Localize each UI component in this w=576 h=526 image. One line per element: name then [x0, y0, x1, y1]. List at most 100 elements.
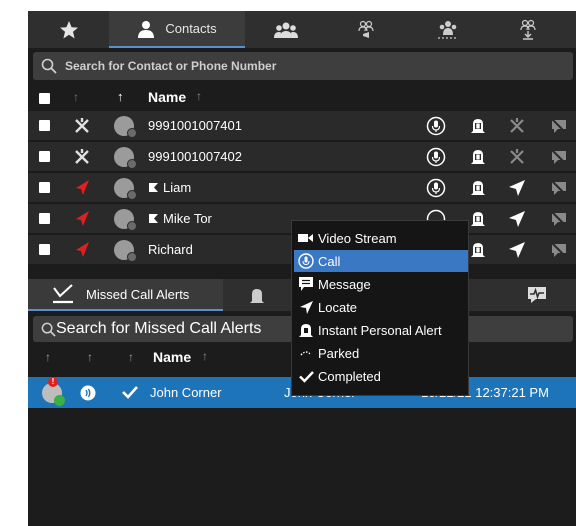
- locate-icon[interactable]: [508, 210, 526, 228]
- star-icon: [59, 20, 78, 38]
- menu-item-label: Message: [318, 276, 371, 292]
- menu-item-label: Parked: [318, 345, 360, 361]
- sort-avatar-header[interactable]: ↑: [117, 89, 124, 104]
- contact-name: Richard: [148, 242, 193, 257]
- message-disabled-icon[interactable]: [550, 241, 568, 259]
- group-broadcast-icon: [357, 20, 374, 38]
- contact-name: Liam: [163, 180, 192, 195]
- completed-badge-icon: [54, 395, 65, 406]
- tab-download-groups[interactable]: [488, 11, 569, 48]
- group-icon: [273, 22, 298, 38]
- tab-contacts-label: Contacts: [165, 21, 217, 36]
- missed-call-icon: [53, 284, 73, 304]
- satellite-offline-icon: [75, 149, 89, 164]
- message-disabled-icon[interactable]: [550, 148, 568, 166]
- microphone-icon[interactable]: [426, 116, 446, 136]
- satellite-online-icon: [76, 180, 89, 195]
- menu-item-instant-personal-alert[interactable]: Instant Personal Alert: [294, 319, 468, 341]
- sort-status-header[interactable]: ↑: [128, 350, 134, 364]
- sort-status-header[interactable]: ↑: [73, 90, 79, 104]
- row-checkbox[interactable]: [39, 151, 50, 162]
- alert-bell-icon[interactable]: [468, 209, 488, 229]
- avatar: [114, 116, 137, 138]
- tab-dynamic-groups[interactable]: [407, 11, 488, 48]
- contact-row[interactable]: Liam: [28, 172, 576, 202]
- contact-search-placeholder: Search for Contact or Phone Number: [65, 59, 277, 73]
- contact-context-menu: Video Stream Call Message Locate Instant…: [291, 220, 469, 396]
- name-column-header[interactable]: Name: [148, 89, 186, 105]
- video-stream-icon: [298, 234, 313, 242]
- select-all-checkbox[interactable]: [39, 93, 50, 104]
- microphone-icon[interactable]: [426, 147, 446, 167]
- satellite-online-icon: [76, 211, 89, 226]
- contact-person-icon: [138, 20, 155, 38]
- missed-alert-search-placeholder: Search for Missed Call Alerts: [56, 320, 262, 337]
- locate-icon[interactable]: [508, 241, 526, 259]
- tab-broadcast-groups[interactable]: [326, 11, 407, 48]
- locate-disabled-icon[interactable]: [508, 148, 526, 166]
- tab-missed-call-alerts-label: Missed Call Alerts: [86, 286, 190, 302]
- missed-badge-icon: !: [48, 377, 58, 387]
- contact-row[interactable]: 9991001007401: [28, 110, 576, 140]
- contact-search-input[interactable]: Search for Contact or Phone Number: [33, 52, 573, 80]
- locate-disabled-icon[interactable]: [508, 117, 526, 135]
- parked-icon: [300, 351, 312, 356]
- alert-bell-icon[interactable]: [468, 178, 488, 198]
- row-checkbox[interactable]: [39, 213, 50, 224]
- contact-name: 9991001007401: [148, 118, 242, 133]
- completed-check-icon: [298, 370, 314, 383]
- group-download-icon: [519, 19, 536, 40]
- menu-item-label: Call: [318, 253, 341, 269]
- name-sort-arrow: ↑: [196, 89, 202, 103]
- menu-item-locate[interactable]: Locate: [294, 296, 468, 318]
- tab-favorites[interactable]: [28, 11, 109, 48]
- group-dynamic-icon: [437, 20, 458, 39]
- missed-caller-name: John Corner: [150, 385, 222, 400]
- name-sort-arrow: ↑: [202, 349, 208, 363]
- message-disabled-icon[interactable]: [550, 117, 568, 135]
- menu-item-video-stream[interactable]: Video Stream: [294, 227, 468, 249]
- menu-item-parked[interactable]: Parked: [294, 342, 468, 364]
- name-column-header[interactable]: Name: [153, 349, 191, 365]
- row-checkbox[interactable]: [39, 120, 50, 131]
- menu-item-completed[interactable]: Completed: [294, 365, 468, 387]
- alert-bell-icon[interactable]: [468, 116, 488, 136]
- completed-check-icon: [122, 386, 138, 399]
- menu-item-call[interactable]: Call: [294, 250, 468, 272]
- row-checkbox[interactable]: [39, 244, 50, 255]
- sort-type-header[interactable]: ↑: [87, 350, 93, 364]
- top-tab-bar: Contacts: [28, 11, 576, 48]
- audio-call-icon: [80, 385, 96, 401]
- menu-item-label: Completed: [318, 368, 381, 384]
- menu-item-message[interactable]: Message: [294, 273, 468, 295]
- flag-icon: [149, 214, 158, 223]
- locate-icon[interactable]: [508, 179, 526, 197]
- message-alert-tab-icon[interactable]: [526, 285, 548, 305]
- microphone-icon[interactable]: [426, 178, 446, 198]
- message-icon: [299, 277, 313, 291]
- search-icon: [41, 322, 56, 337]
- menu-item-label: Video Stream: [318, 230, 397, 246]
- alert-bell-icon[interactable]: [468, 240, 488, 260]
- row-checkbox[interactable]: [39, 182, 50, 193]
- caller-avatar: !: [42, 377, 65, 406]
- avatar: [114, 178, 137, 200]
- contact-name: 9991001007402: [148, 149, 242, 164]
- call-icon: [298, 253, 314, 269]
- tab-missed-call-alerts[interactable]: Missed Call Alerts: [28, 279, 223, 311]
- instant-alert-tab-icon[interactable]: [248, 286, 266, 306]
- satellite-offline-icon: [75, 118, 89, 133]
- message-disabled-icon[interactable]: [550, 179, 568, 197]
- flag-icon: [149, 183, 158, 192]
- message-disabled-icon[interactable]: [550, 210, 568, 228]
- sort-alert-header[interactable]: ↑: [45, 350, 51, 364]
- contact-name: Mike Tor: [163, 211, 212, 226]
- tab-groups[interactable]: [245, 11, 326, 48]
- alert-bell-icon[interactable]: [468, 147, 488, 167]
- locate-icon: [299, 300, 313, 314]
- tab-contacts[interactable]: Contacts: [109, 11, 245, 48]
- avatar: [114, 240, 137, 262]
- contacts-table-header: ↑ ↑ Name ↑: [28, 86, 576, 110]
- contact-row[interactable]: 9991001007402: [28, 141, 576, 171]
- menu-item-label: Instant Personal Alert: [318, 322, 442, 338]
